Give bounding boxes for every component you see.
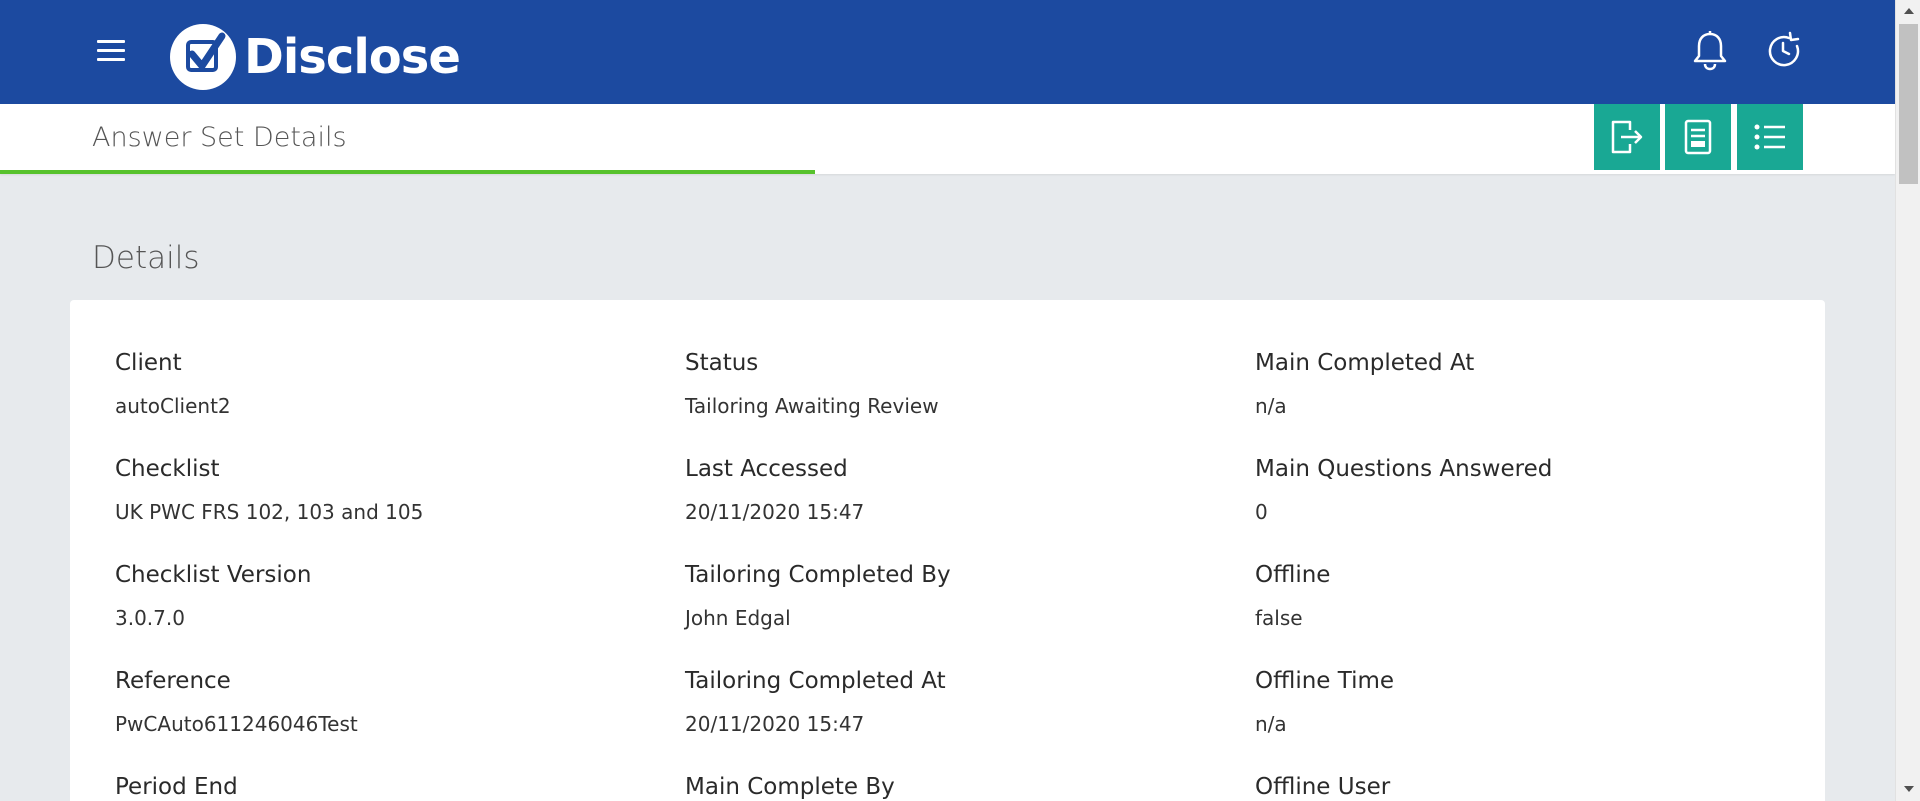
field-value: 0 bbox=[1255, 500, 1268, 524]
field-value: PwCAuto611246046Test bbox=[115, 712, 358, 736]
detail-field: Reference PwCAuto611246046Test bbox=[115, 668, 358, 736]
detail-field: Offline User bbox=[1255, 774, 1390, 801]
detail-field: Main Completed At n/a bbox=[1255, 350, 1474, 418]
export-icon bbox=[1611, 120, 1643, 154]
field-value: 20/11/2020 15:47 bbox=[685, 500, 865, 524]
field-value: John Edgal bbox=[685, 606, 791, 630]
section-title: Details bbox=[92, 240, 200, 276]
detail-field: Client autoClient2 bbox=[115, 350, 231, 418]
clock-refresh-icon[interactable] bbox=[1764, 30, 1804, 72]
detail-field: Status Tailoring Awaiting Review bbox=[685, 350, 939, 418]
field-value: Tailoring Awaiting Review bbox=[685, 394, 939, 418]
field-value: false bbox=[1255, 606, 1303, 630]
details-card: Client autoClient2 Checklist UK PWC FRS … bbox=[70, 300, 1825, 801]
detail-field: Tailoring Completed By John Edgal bbox=[685, 562, 951, 630]
field-value: n/a bbox=[1255, 394, 1287, 418]
field-label: Tailoring Completed By bbox=[685, 562, 951, 588]
report-icon bbox=[1684, 119, 1712, 155]
field-label: Reference bbox=[115, 668, 231, 694]
progress-bar bbox=[0, 170, 815, 174]
detail-field: Offline Time n/a bbox=[1255, 668, 1394, 736]
field-value: n/a bbox=[1255, 712, 1287, 736]
field-label: Last Accessed bbox=[685, 456, 848, 482]
page-header: Answer Set Details bbox=[0, 104, 1895, 174]
logo-text: Disclose bbox=[244, 29, 461, 85]
field-label: Main Questions Answered bbox=[1255, 456, 1553, 482]
detail-field: Last Accessed 20/11/2020 15:47 bbox=[685, 456, 864, 524]
detail-field: Main Questions Answered 0 bbox=[1255, 456, 1552, 524]
scroll-up-arrow-icon[interactable] bbox=[1904, 8, 1914, 14]
detail-field: Checklist Version 3.0.7.0 bbox=[115, 562, 311, 630]
field-label: Tailoring Completed At bbox=[685, 668, 946, 694]
scroll-down-arrow-icon[interactable] bbox=[1904, 786, 1914, 792]
field-label: Checklist Version bbox=[115, 562, 312, 588]
vertical-scrollbar[interactable] bbox=[1895, 0, 1920, 801]
field-label: Main Completed At bbox=[1255, 350, 1475, 376]
detail-field: Offline false bbox=[1255, 562, 1330, 630]
scrollbar-thumb[interactable] bbox=[1899, 24, 1918, 184]
field-label: Client bbox=[115, 350, 182, 376]
checkbox-logo-icon bbox=[170, 24, 236, 90]
field-label: Period End bbox=[115, 774, 238, 800]
list-icon bbox=[1754, 124, 1785, 150]
field-value: 3.0.7.0 bbox=[115, 606, 185, 630]
field-value: autoClient2 bbox=[115, 394, 231, 418]
detail-field: Checklist UK PWC FRS 102, 103 and 105 bbox=[115, 456, 423, 524]
bell-icon[interactable] bbox=[1690, 30, 1730, 72]
field-label: Checklist bbox=[115, 456, 220, 482]
field-value: UK PWC FRS 102, 103 and 105 bbox=[115, 500, 424, 524]
field-label: Status bbox=[685, 350, 759, 376]
field-value: 20/11/2020 15:47 bbox=[685, 712, 865, 736]
top-navigation-bar: Disclose bbox=[0, 0, 1895, 104]
list-button[interactable] bbox=[1737, 104, 1803, 170]
field-label: Offline bbox=[1255, 562, 1331, 588]
menu-icon[interactable] bbox=[97, 40, 125, 64]
detail-field: Main Complete By bbox=[685, 774, 895, 801]
logo[interactable]: Disclose bbox=[170, 24, 461, 90]
field-label: Offline User bbox=[1255, 774, 1391, 800]
report-button[interactable] bbox=[1665, 104, 1731, 170]
detail-field: Tailoring Completed At 20/11/2020 15:47 bbox=[685, 668, 946, 736]
export-button[interactable] bbox=[1594, 104, 1660, 170]
detail-field: Period End bbox=[115, 774, 238, 801]
field-label: Offline Time bbox=[1255, 668, 1395, 694]
field-label: Main Complete By bbox=[685, 774, 895, 800]
page-title: Answer Set Details bbox=[92, 122, 347, 153]
